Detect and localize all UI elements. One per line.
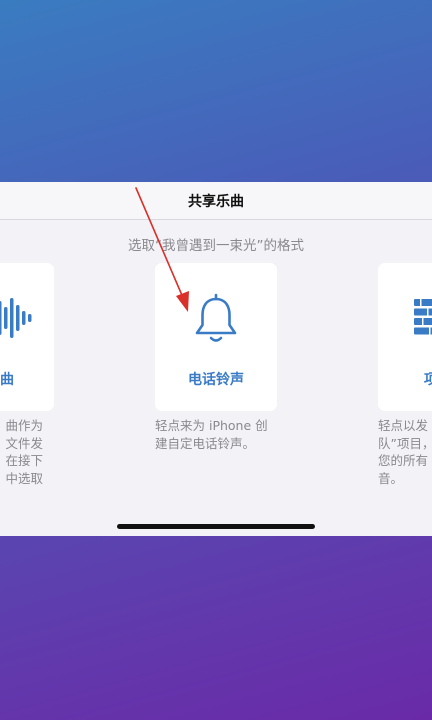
tracks-icon: [414, 299, 432, 335]
format-card-song[interactable]: 曲: [0, 263, 54, 411]
card-label-project: 项: [424, 372, 432, 388]
waveform-icon: [0, 298, 32, 338]
bell-icon: [195, 293, 237, 342]
home-indicator[interactable]: [117, 524, 315, 529]
format-prompt: 选取“我曾遇到一束光”的格式: [128, 238, 304, 254]
sheet-title: 共享乐曲: [188, 193, 244, 210]
card-description-ringtone: 轻点来为 iPhone 创 建自定电话铃声。: [155, 418, 268, 451]
card-description-project: 轻点以发 队”项目， 您的所有 音。: [378, 418, 432, 486]
sheet-header: 共享乐曲: [0, 182, 432, 220]
share-sheet: 共享乐曲 选取“我曾遇到一束光”的格式 曲 电话铃声 项 曲作为 文件发 在接下…: [0, 182, 432, 536]
format-card-ringtone[interactable]: 电话铃声: [155, 263, 277, 411]
format-card-project[interactable]: 项: [378, 263, 432, 411]
card-description-song: 曲作为 文件发 在接下 中选取: [5, 418, 43, 486]
card-label-ringtone: 电话铃声: [188, 372, 244, 388]
card-label-song: 曲: [0, 372, 14, 388]
